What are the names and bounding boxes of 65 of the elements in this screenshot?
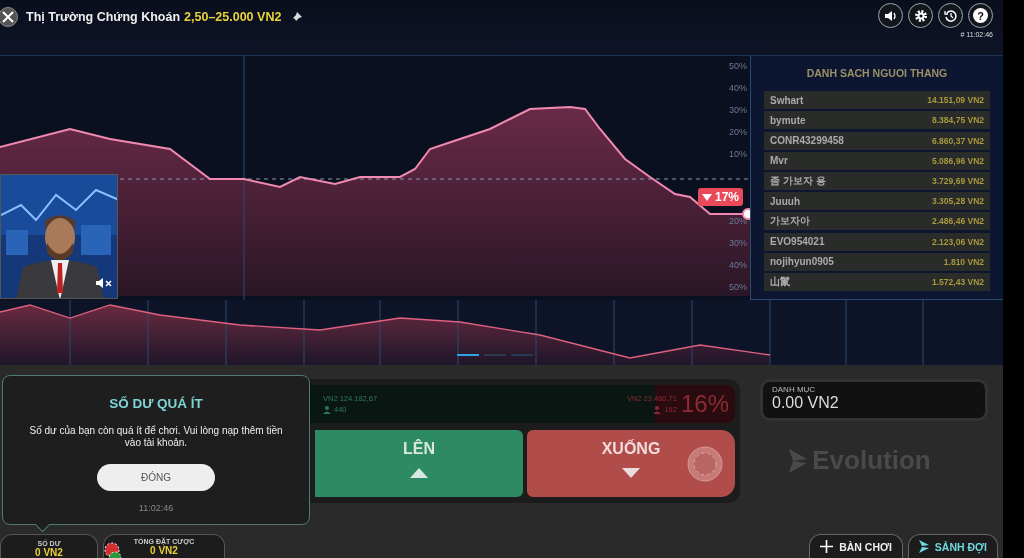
- winner-name: 좀 가보자 용: [770, 173, 826, 188]
- down-percentage: 16%: [680, 390, 729, 418]
- down-triangle-icon: [622, 468, 640, 478]
- axis-label: 50%: [729, 282, 747, 292]
- winner-amount: 8.384,75 VN2: [932, 115, 984, 126]
- axis-label: 40%: [729, 260, 747, 270]
- axis-label: 20%: [729, 216, 747, 226]
- axis-label: 40%: [729, 83, 747, 93]
- bet-range: 2,50–25.000 VN2: [184, 10, 282, 24]
- winners-title: DANH SACH NGUOI THANG: [805, 67, 949, 79]
- winner-name: CONR43299458: [770, 135, 844, 147]
- total-bet-value: 0 VN2: [150, 544, 178, 556]
- speaker-icon: [883, 8, 898, 23]
- down-triangle-icon: [702, 193, 712, 201]
- winner-amount: 2.486,46 VN2: [932, 216, 984, 227]
- add-table-button[interactable]: BÀN CHƠI: [809, 534, 903, 558]
- axis-label: 30%: [729, 105, 747, 115]
- dialog-title: SỐ DƯ QUÁ ÍT: [109, 396, 203, 411]
- down-bet-button[interactable]: XUỐNG: [527, 430, 735, 497]
- logo-icon: [918, 540, 929, 553]
- change-badge: 17%: [698, 188, 744, 206]
- winner-amount: 3.729,69 VN2: [932, 175, 984, 186]
- winner-name: EVO954021: [770, 236, 825, 247]
- chips-icon: [103, 542, 125, 558]
- winner-name: Mvr: [770, 155, 788, 167]
- balance-value: 0 VN2: [35, 547, 63, 558]
- axis-label: 50%: [729, 61, 747, 71]
- winner-name: 가보자아: [770, 214, 810, 229]
- pin-icon[interactable]: [291, 11, 304, 23]
- winner-amount: 2.123,06 VN2: [932, 236, 984, 247]
- winner-amount: 1.572,43 VN2: [932, 276, 984, 287]
- winner-amount: 3.305,28 VN2: [932, 196, 984, 207]
- gear-icon: [913, 8, 928, 23]
- history-icon: [943, 8, 958, 23]
- sound-button[interactable]: [878, 3, 903, 28]
- winner-name: bymute: [770, 114, 806, 126]
- winner-name: Juuuh: [770, 195, 800, 207]
- person-icon: [323, 405, 331, 414]
- winner-name: Swhart: [770, 94, 804, 106]
- axis-label: 30%: [729, 238, 747, 248]
- lobby-button[interactable]: SẢNH ĐỢI: [907, 534, 998, 558]
- dialog-message: Số dư của bạn còn quá ít để chơi. Vui lòng nạp thêm tiền vào tài khoản.: [28, 425, 284, 449]
- portfolio-label: DANH MỤC: [772, 385, 817, 394]
- winner-amount: 14.151,09 VN2: [927, 95, 984, 106]
- muted-speaker-icon[interactable]: [95, 276, 113, 290]
- axis-label: 20%: [729, 127, 747, 137]
- up-triangle-icon: [410, 468, 428, 478]
- winner-amount: 6.860,37 VN2: [932, 135, 984, 146]
- axis-label: 10%: [729, 149, 747, 159]
- chip-icon: [687, 446, 723, 482]
- close-button[interactable]: [0, 7, 18, 27]
- winner-name: nojihyun0905: [770, 256, 834, 268]
- plus-icon: [820, 540, 834, 553]
- winner-name: 山鬣: [770, 274, 790, 289]
- winner-amount: 1.810 VN2: [943, 256, 984, 267]
- portfolio-value: 0.00 VN2: [772, 394, 840, 412]
- settings-button[interactable]: [908, 3, 933, 28]
- person-icon: [653, 405, 662, 414]
- game-title: Thị Trường Chứng Khoán: [26, 10, 181, 24]
- close-icon: [2, 11, 14, 23]
- close-dialog-button[interactable]: ĐÓNG: [97, 464, 215, 491]
- help-button[interactable]: ?: [968, 3, 993, 28]
- history-button[interactable]: [938, 3, 963, 28]
- winner-amount: 5.086,96 VN2: [932, 155, 984, 166]
- dialog-time: 11:02:46: [138, 503, 174, 513]
